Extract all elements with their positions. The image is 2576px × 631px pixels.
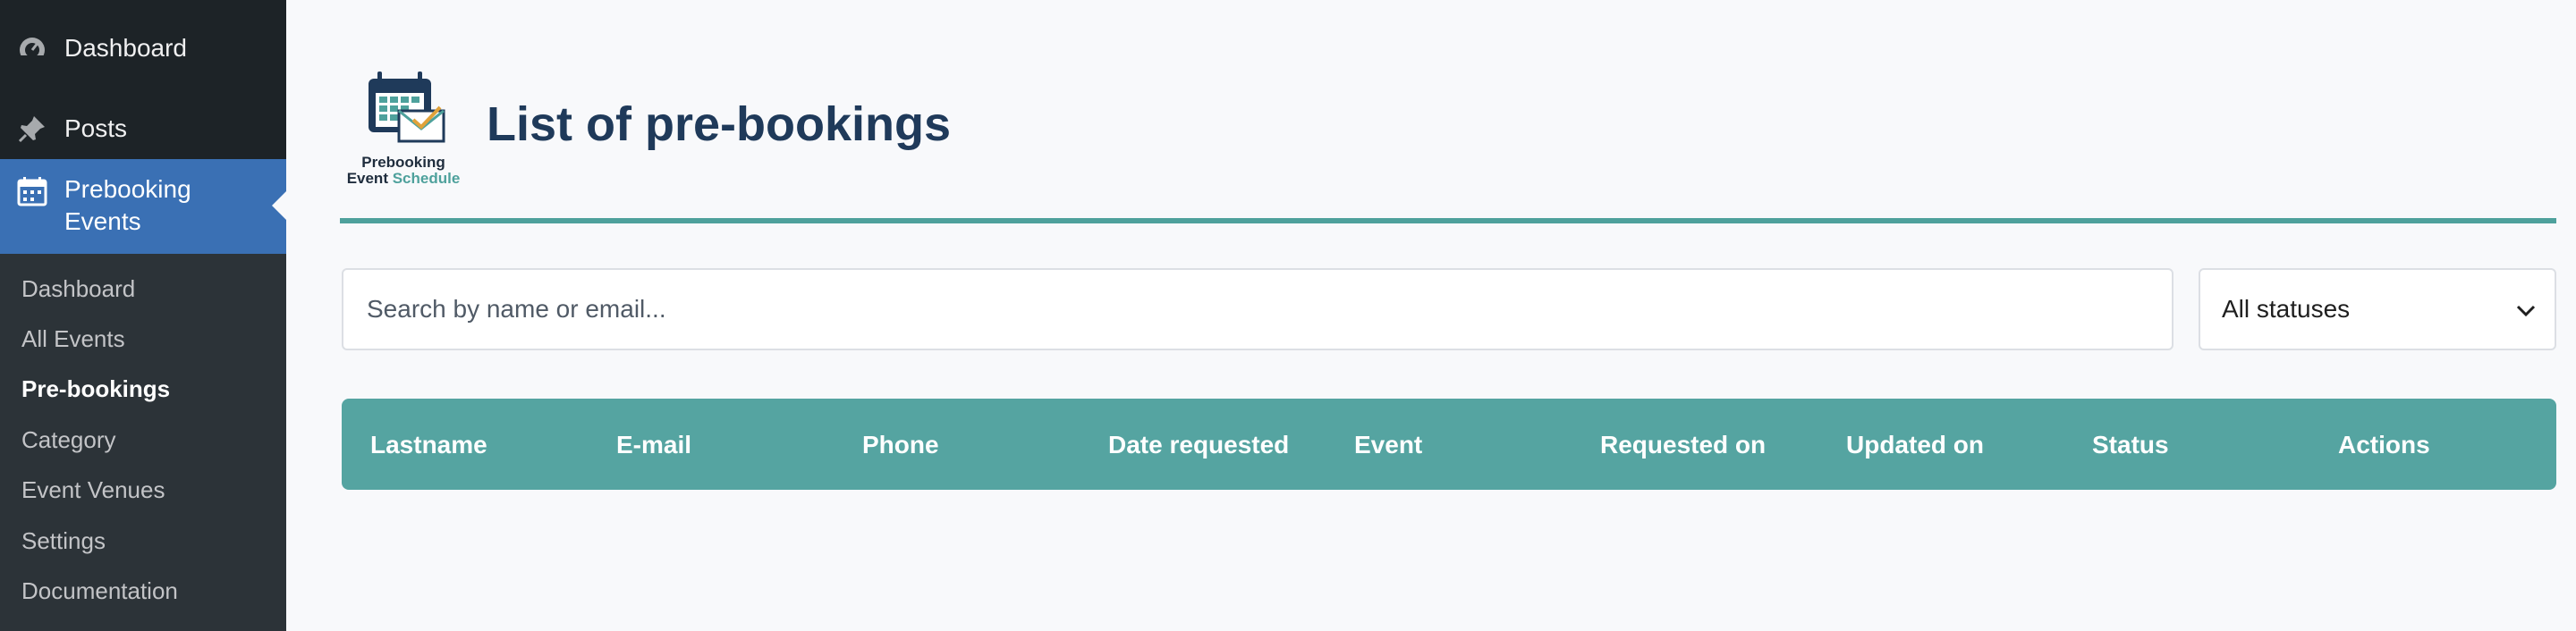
logo-text: Event Schedule	[340, 170, 467, 188]
status-filter-select[interactable]: All statuses	[2199, 268, 2556, 350]
column-header-event[interactable]: Event	[1354, 431, 1422, 459]
submenu: Dashboard All Events Pre-bookings Catego…	[0, 254, 286, 631]
submenu-item-event-venues[interactable]: Event Venues	[21, 476, 165, 504]
status-filter-value: All statuses	[2222, 295, 2351, 323]
menu-label: Posts	[64, 114, 128, 142]
column-header-status[interactable]: Status	[2092, 431, 2169, 459]
menu-label: Prebooking Events	[64, 175, 191, 235]
menu-item-prebooking-events[interactable]: Prebooking Events	[0, 159, 286, 254]
page-title: List of pre-bookings	[487, 97, 951, 151]
admin-sidebar: Dashboard Posts Prebooking Events Dashbo…	[0, 0, 286, 631]
column-header-updated-on[interactable]: Updated on	[1846, 431, 1984, 459]
submenu-item-documentation[interactable]: Documentation	[21, 577, 178, 605]
menu-label: Dashboard	[64, 34, 187, 62]
logo-text: Prebooking	[361, 154, 445, 171]
column-header-requested-on[interactable]: Requested on	[1600, 431, 1766, 459]
table-header-row: Lastname E-mail Phone Date requested Eve…	[342, 399, 2556, 490]
search-input[interactable]	[342, 268, 2174, 350]
current-menu-arrow	[272, 191, 286, 220]
column-header-phone[interactable]: Phone	[862, 431, 939, 459]
menu-item-dashboard[interactable]: Dashboard	[0, 21, 286, 75]
pin-icon	[18, 116, 45, 143]
submenu-item-dashboard[interactable]: Dashboard	[21, 275, 135, 303]
submenu-item-pre-bookings[interactable]: Pre-bookings	[21, 375, 170, 403]
column-header-lastname[interactable]: Lastname	[370, 431, 487, 459]
dashboard-icon	[20, 38, 45, 63]
logo-text-schedule: Schedule	[392, 170, 461, 187]
submenu-item-category[interactable]: Category	[21, 426, 116, 454]
column-header-actions[interactable]: Actions	[2338, 431, 2430, 459]
title-divider	[340, 218, 2556, 223]
column-header-email[interactable]: E-mail	[616, 431, 691, 459]
logo-text-event: Event	[346, 170, 388, 187]
submenu-item-settings[interactable]: Settings	[21, 527, 106, 555]
menu-item-posts[interactable]: Posts	[0, 102, 286, 156]
column-header-date-requested[interactable]: Date requested	[1108, 431, 1289, 459]
submenu-item-all-events[interactable]: All Events	[21, 325, 125, 353]
calendar-icon	[17, 177, 47, 206]
chevron-down-icon	[2516, 305, 2536, 317]
